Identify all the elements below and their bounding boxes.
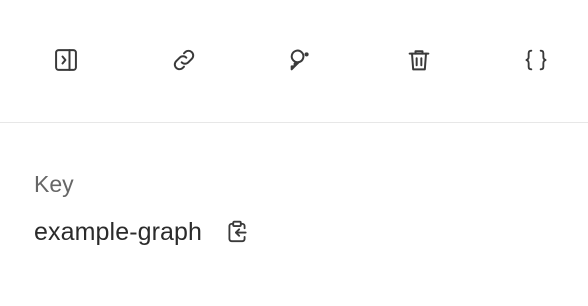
json-view-button[interactable] [516,40,556,80]
delete-button[interactable] [399,40,439,80]
key-button[interactable] [281,40,321,80]
key-value-row: example-graph [34,218,554,246]
page: Key example-graph [0,0,588,306]
key-icon [287,46,315,74]
braces-icon [522,46,550,74]
key-label: Key [34,171,74,197]
link-button[interactable] [164,40,204,80]
clipboard-copy-icon [224,219,250,245]
trash-icon [405,46,433,74]
toggle-panel-button[interactable] [46,40,86,80]
link-icon [170,46,198,74]
toolbar [0,0,588,123]
panel-right-icon [52,46,80,74]
key-value: example-graph [34,218,203,246]
copy-key-button[interactable] [221,216,253,248]
key-details: Key example-graph [34,170,554,246]
